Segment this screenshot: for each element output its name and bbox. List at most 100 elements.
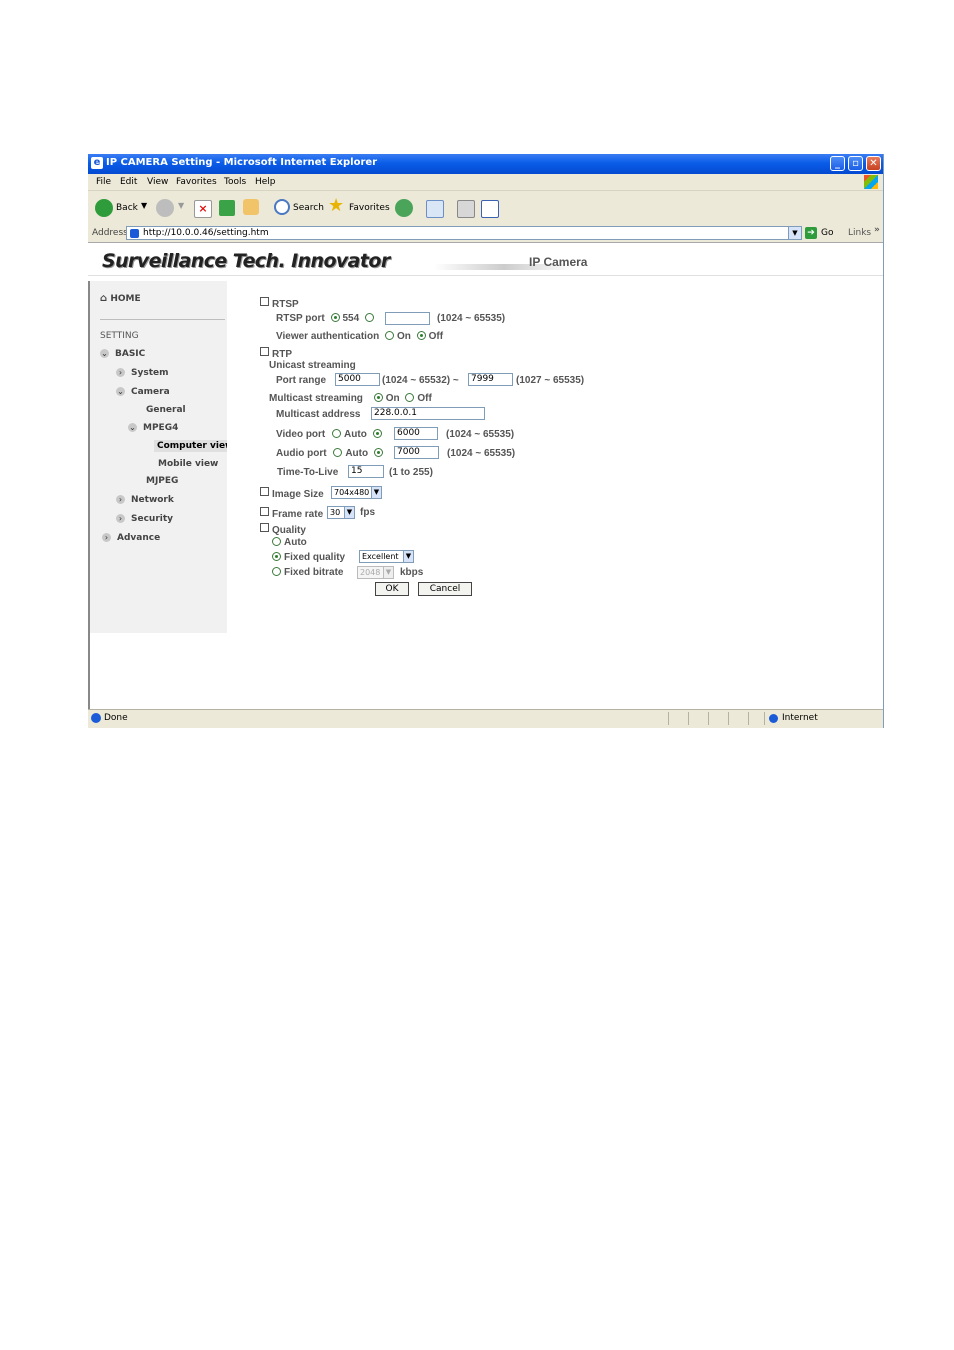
sidebar-item-camera[interactable]: ⌄ Camera bbox=[116, 387, 170, 397]
print-icon[interactable] bbox=[457, 200, 475, 218]
windows-logo-icon bbox=[864, 175, 878, 189]
multicast-on-radio[interactable] bbox=[373, 393, 383, 402]
multicast-address-input[interactable]: 228.0.0.1 bbox=[371, 407, 485, 420]
rtsp-port-default-label: 554 bbox=[342, 313, 360, 324]
menu-help[interactable]: Help bbox=[255, 177, 276, 187]
port-start-input[interactable]: 5000 bbox=[335, 373, 380, 386]
maximize-icon[interactable]: ▫ bbox=[848, 156, 863, 171]
sidebar-item-network[interactable]: › Network bbox=[116, 495, 174, 505]
ie-icon: e bbox=[91, 157, 103, 169]
menu-tools[interactable]: Tools bbox=[224, 177, 246, 187]
forward-icon[interactable] bbox=[156, 199, 174, 217]
multicast-off-radio[interactable] bbox=[405, 393, 415, 402]
favorites-icon[interactable]: ★ bbox=[328, 195, 344, 216]
sidebar-item-basic[interactable]: ⌄ BASIC bbox=[100, 349, 145, 359]
frame-rate-select[interactable]: 30 ▼ bbox=[327, 506, 355, 519]
address-input[interactable]: http://10.0.0.46/setting.htm ▼ bbox=[126, 226, 802, 240]
viewer-auth-off-radio[interactable] bbox=[416, 331, 426, 340]
video-auto-radio[interactable] bbox=[332, 429, 342, 438]
cancel-button[interactable]: Cancel bbox=[418, 582, 472, 596]
rtsp-port-range: (1024 ~ 65535) bbox=[437, 313, 506, 324]
menu-view[interactable]: View bbox=[147, 177, 168, 187]
window-title: IP CAMERA Setting - Microsoft Internet E… bbox=[106, 157, 378, 168]
rtsp-port-custom-radio[interactable] bbox=[364, 313, 374, 322]
viewer-auth-label: Viewer authentication bbox=[276, 331, 380, 342]
ok-button[interactable]: OK bbox=[375, 582, 409, 596]
chevron-right-icon: › bbox=[116, 368, 125, 377]
title-bar: e IP CAMERA Setting - Microsoft Internet… bbox=[88, 154, 883, 174]
status-bar: Done Internet bbox=[88, 709, 883, 728]
go-icon[interactable]: ➔ bbox=[805, 227, 817, 239]
address-url: http://10.0.0.46/setting.htm bbox=[143, 228, 269, 238]
close-icon[interactable]: ✕ bbox=[866, 156, 881, 171]
audio-port-radio[interactable] bbox=[373, 448, 383, 457]
forward-dropdown-icon[interactable]: ▼ bbox=[178, 201, 184, 210]
chevron-down-icon: ▼ bbox=[383, 567, 393, 578]
sidebar-item-security[interactable]: › Security bbox=[116, 514, 173, 524]
favorites-button[interactable]: Favorites bbox=[349, 203, 390, 213]
back-button[interactable]: Back bbox=[116, 203, 138, 213]
links-button[interactable]: Links bbox=[848, 228, 871, 238]
sidebar-item-advance[interactable]: › Advance bbox=[102, 533, 160, 543]
sidebar-item-computer-view[interactable]: Computer view bbox=[154, 440, 227, 452]
fixed-bitrate-radio[interactable] bbox=[272, 567, 281, 576]
sidebar-camera-label: Camera bbox=[131, 387, 170, 397]
edit-icon[interactable] bbox=[481, 200, 499, 218]
toolbar: Back ▼ ▼ × Search ★ Favorites bbox=[88, 191, 883, 226]
back-dropdown-icon[interactable]: ▼ bbox=[141, 201, 147, 210]
sidebar-divider bbox=[100, 319, 225, 320]
sidebar-item-general[interactable]: General bbox=[146, 405, 186, 415]
video-port-radio[interactable] bbox=[372, 429, 382, 438]
frame-rate-row: Frame rate bbox=[260, 507, 323, 520]
menu-edit[interactable]: Edit bbox=[120, 177, 137, 187]
links-chevron-icon[interactable]: » bbox=[874, 225, 880, 235]
sidebar-item-mobile-view[interactable]: Mobile view bbox=[158, 459, 218, 469]
audio-auto-radio[interactable] bbox=[333, 448, 343, 457]
sidebar-home-label: HOME bbox=[110, 294, 141, 304]
status-divider bbox=[728, 712, 729, 725]
section-bullet-icon bbox=[260, 347, 269, 356]
quality-auto-row: Auto bbox=[269, 537, 307, 548]
rtsp-section: RTSP bbox=[260, 297, 299, 310]
fixed-quality-row: Fixed quality bbox=[269, 552, 345, 563]
address-dropdown-icon[interactable]: ▼ bbox=[788, 227, 801, 239]
history-icon[interactable] bbox=[395, 199, 413, 217]
menu-favorites[interactable]: Favorites bbox=[176, 177, 217, 187]
audio-port-input[interactable]: 7000 bbox=[394, 446, 439, 459]
go-button[interactable]: Go bbox=[821, 228, 833, 238]
ttl-input[interactable]: 15 bbox=[348, 465, 384, 478]
chevron-down-icon: ⌄ bbox=[128, 423, 137, 432]
search-button[interactable]: Search bbox=[293, 203, 324, 213]
refresh-icon[interactable] bbox=[219, 200, 235, 216]
sidebar-item-mjpeg[interactable]: MJPEG bbox=[146, 476, 178, 486]
back-icon[interactable] bbox=[95, 199, 113, 217]
viewer-auth-on-radio[interactable] bbox=[384, 331, 394, 340]
sidebar-item-mpeg4[interactable]: ⌄ MPEG4 bbox=[128, 423, 178, 433]
menu-file[interactable]: File bbox=[96, 177, 111, 187]
status-divider bbox=[668, 712, 669, 725]
stop-icon[interactable]: × bbox=[194, 200, 212, 218]
browser-window: e IP CAMERA Setting - Microsoft Internet… bbox=[88, 154, 884, 728]
rtsp-port-default-radio[interactable] bbox=[330, 313, 340, 322]
video-port-input[interactable]: 6000 bbox=[394, 427, 438, 440]
sidebar-border bbox=[88, 633, 90, 709]
ie-status-icon bbox=[91, 713, 101, 723]
fixed-bitrate-select[interactable]: 2048 ▼ bbox=[357, 566, 394, 579]
sidebar-item-home[interactable]: ⌂ HOME bbox=[100, 293, 141, 304]
search-icon[interactable] bbox=[274, 199, 290, 215]
home-icon[interactable] bbox=[243, 199, 259, 215]
multicast-label: Multicast streaming bbox=[269, 393, 363, 404]
image-size-select[interactable]: 704x480 ▼ bbox=[331, 486, 382, 499]
mail-icon[interactable] bbox=[426, 200, 444, 218]
port-end-input[interactable]: 7999 bbox=[468, 373, 513, 386]
fixed-bitrate-row: Fixed bitrate bbox=[269, 567, 343, 578]
fixed-quality-radio[interactable] bbox=[272, 552, 281, 561]
port-range-label: Port range bbox=[276, 375, 327, 386]
minimize-icon[interactable]: _ bbox=[830, 156, 845, 171]
security-zone: Internet bbox=[782, 713, 818, 723]
rtsp-heading: RTSP bbox=[272, 299, 299, 310]
rtsp-port-input[interactable] bbox=[385, 312, 430, 325]
fixed-quality-select[interactable]: Excellent ▼ bbox=[359, 550, 414, 563]
sidebar-item-system[interactable]: › System bbox=[116, 368, 169, 378]
quality-auto-radio[interactable] bbox=[272, 537, 281, 546]
